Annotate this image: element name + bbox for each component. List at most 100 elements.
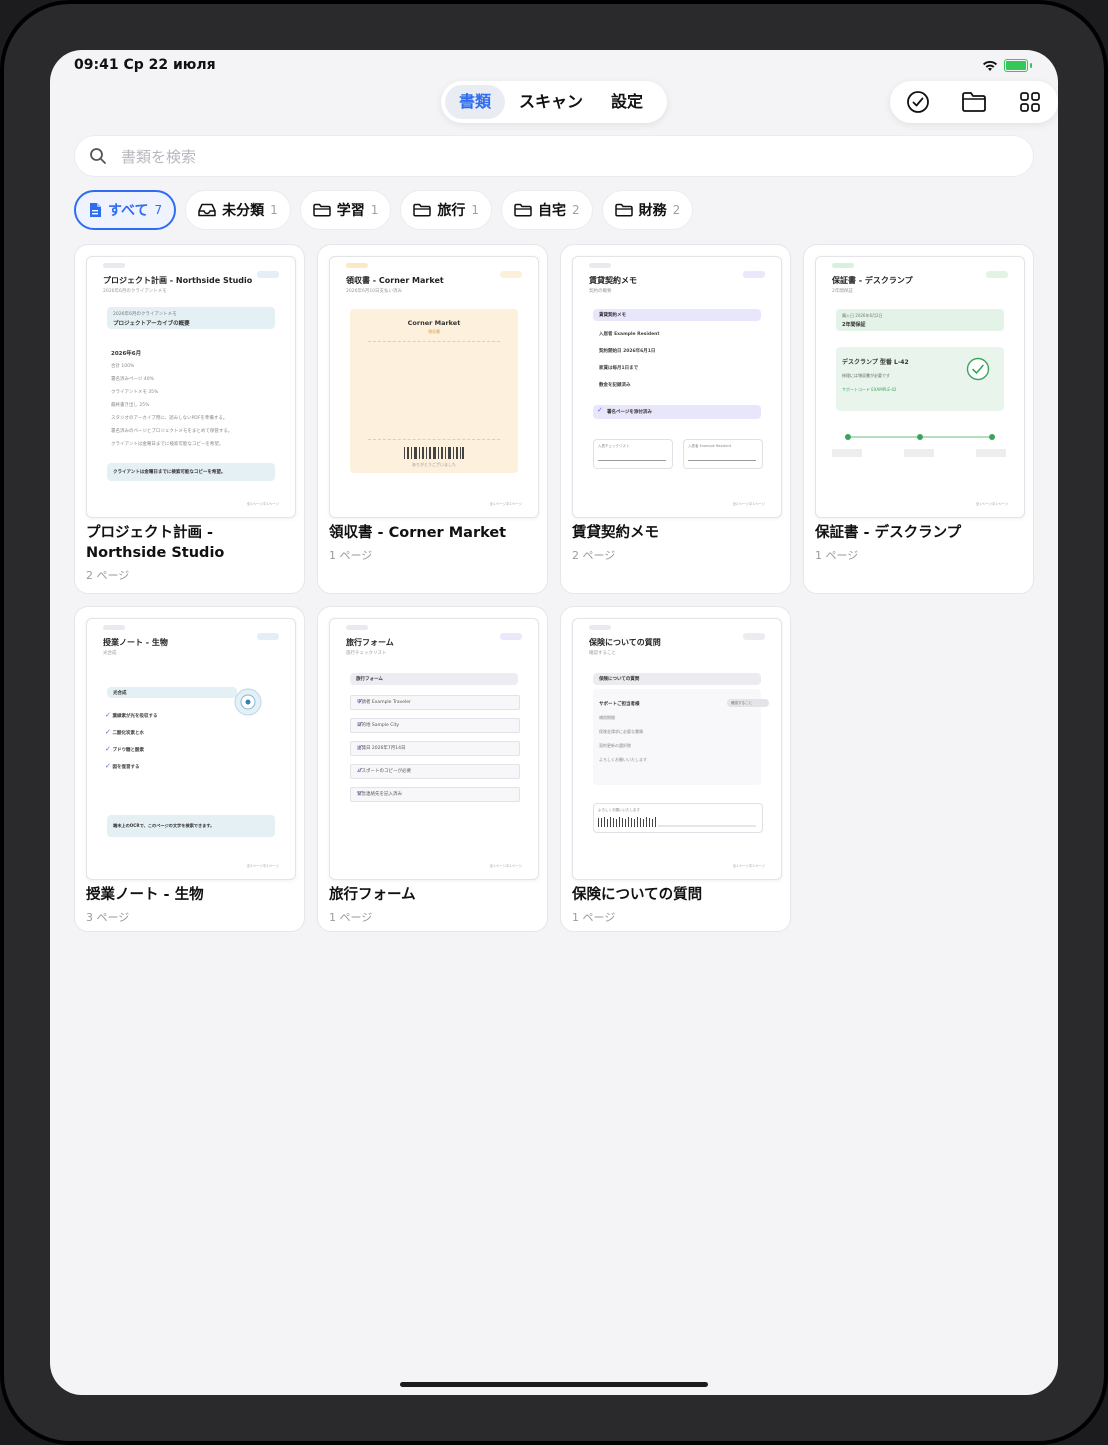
filter-chips: すべて 7 未分類 1 学習 1 旅行 1 自宅 2 財務 2: [74, 190, 694, 230]
document-card[interactable]: 旅行フォーム 旅行チェックリスト 旅行フォーム 申請者 Example Trav…: [317, 606, 548, 932]
thumb-line: 家賃は毎月1日まで: [599, 366, 639, 371]
document-card[interactable]: 保証書 - デスクランプ 2年間保証 購入日 2026年6月2日 2年間保証 デ…: [803, 244, 1034, 594]
document-card[interactable]: 賃貸契約メモ 契約の概要 賃貸契約メモ 入居者 Example Resident…: [560, 244, 791, 594]
folder-icon: [413, 203, 432, 217]
thumb-title: 保険についての質問: [589, 638, 661, 647]
thumb-form-row: 出発日 2026年7月14日 ✓: [350, 741, 520, 756]
thumb-header-row: 賃貸契約メモ: [593, 309, 761, 321]
search-bar: [74, 135, 1034, 178]
thumb-summary-box: 2026年6月のクライアントメモ プロジェクトアーカイブの概要: [107, 307, 275, 329]
thumb-tag: [589, 263, 611, 268]
inbox-tray-icon: [198, 203, 216, 217]
folder-icon: [514, 203, 532, 217]
thumb-tag: [589, 625, 611, 630]
thumb-check-item: ✓ ブドウ糖と酸素: [105, 745, 144, 753]
thumb-subtitle: 光合成: [103, 651, 117, 656]
battery-icon: [1004, 59, 1028, 72]
document-card[interactable]: 領収書 - Corner Market 2026年6月10日支払い済み Corn…: [317, 244, 548, 594]
grid-view-button[interactable]: [1012, 84, 1048, 120]
thumb-title: 領収書 - Corner Market: [346, 276, 444, 285]
document-title: 旅行フォーム: [329, 887, 416, 903]
thumb-header-row: 光合成: [107, 687, 237, 698]
filter-chip-count: 2: [672, 203, 681, 217]
document-title: 領収書 - Corner Market: [329, 525, 507, 541]
thumb-title: 旅行フォーム: [346, 638, 394, 647]
grid-icon: [1020, 92, 1040, 112]
device-frame: 09:41 Ср 22 июля 書類 スキャン 設定 すべて 7: [0, 0, 1108, 1445]
document-title: 保証書 - デスクランプ: [815, 525, 962, 541]
document-thumbnail: 旅行フォーム 旅行チェックリスト 旅行フォーム 申請者 Example Trav…: [329, 618, 539, 880]
document-card[interactable]: 保険についての質問 確認すること 保険についての質問 サポートご担当者様 確認す…: [560, 606, 791, 932]
toolbar: [890, 81, 1058, 123]
thumb-line: 最終書き出し 25%: [111, 403, 150, 408]
document-page-count: 1 ページ: [572, 911, 616, 924]
home-indicator[interactable]: [400, 1382, 708, 1387]
document-page-count: 1 ページ: [329, 911, 373, 924]
folder-icon: [962, 92, 986, 112]
thumb-summary-box: 購入日 2026年6月2日 2年間保証: [836, 309, 1004, 331]
document-thumbnail: 保険についての質問 確認すること 保険についての質問 サポートご担当者様 確認す…: [572, 618, 782, 880]
filter-chip-count: 1: [370, 203, 379, 217]
thumb-title: 授業ノート - 生物: [103, 638, 168, 647]
thumb-line: クライアントメモ 35%: [111, 390, 159, 395]
document-title: プロジェクト計画 - Northside Studio: [86, 525, 225, 561]
thumb-product-card: デスクランプ 型番 L-42 修理には領収書が必要です サポートコード EXAM…: [836, 347, 1004, 411]
thumb-subtitle: 旅行チェックリスト: [346, 651, 387, 656]
filter-chip-count: 1: [270, 203, 278, 217]
folder-icon: [614, 203, 633, 217]
thumb-header-row: 保険についての質問: [593, 673, 761, 685]
filter-chip-all[interactable]: すべて 7: [74, 190, 177, 230]
signature-scribble: [598, 817, 756, 827]
filter-chip-label: 未分類: [222, 203, 265, 219]
thumb-receipt: Corner Market 領収書 ありがとうございました: [350, 309, 518, 473]
tab-scan[interactable]: スキャン: [505, 85, 597, 119]
thumb-tag: [103, 263, 125, 268]
barcode-icon: [404, 447, 464, 459]
target-icon: [234, 688, 262, 716]
thumb-line: 合計 100%: [111, 364, 135, 369]
search-icon: [90, 148, 106, 164]
document-title: 保険についての質問: [572, 887, 703, 903]
thumb-line: クライアントは金曜日までに検索可能なコピーを希望。: [111, 442, 224, 447]
thumb-form-row: 目的地 Sample City ✓: [350, 718, 520, 733]
thumb-note-box: クライアントは金曜日までに検索可能なコピーを希望。: [107, 463, 275, 481]
filter-chip-finance[interactable]: 財務 2: [601, 190, 694, 230]
thumb-check-item: ✓ 図を復習する: [105, 762, 140, 770]
battery-tip: [1030, 63, 1032, 68]
search-input[interactable]: [119, 136, 1003, 178]
filter-chip-home[interactable]: 自宅 2: [501, 190, 593, 230]
thumb-footer: 全2ページ中1ページ: [732, 502, 765, 506]
device-bezel: 09:41 Ср 22 июля 書類 スキャン 設定 すべて 7: [4, 4, 1104, 1441]
thumb-line: 署名済みページ 40%: [111, 377, 154, 382]
status-bar: 09:41 Ср 22 июля: [50, 50, 1058, 84]
document-card[interactable]: 授業ノート - 生物 光合成 光合成 ✓ 葉緑素が光を吸収する ✓ 二酸化炭素と…: [74, 606, 305, 932]
select-button[interactable]: [900, 84, 936, 120]
tab-settings[interactable]: 設定: [597, 85, 657, 119]
filter-chip-label: 財務: [638, 203, 667, 219]
filter-chip-study[interactable]: 学習 1: [299, 190, 392, 230]
filter-chip-travel[interactable]: 旅行 1: [400, 190, 493, 230]
document-page-count: 2 ページ: [86, 569, 130, 582]
folder-icon: [313, 203, 331, 217]
thumb-form-row: パスポートのコピーが必要 ✓: [350, 764, 520, 779]
filter-chip-uncategorized[interactable]: 未分類 1: [185, 190, 291, 230]
document-thumbnail: プロジェクト計画 - Northside Studio 2026年6月のクライア…: [86, 256, 296, 518]
document-thumbnail: 保証書 - デスクランプ 2年間保証 購入日 2026年6月2日 2年間保証 デ…: [815, 256, 1025, 518]
document-page-count: 1 ページ: [329, 549, 373, 562]
folder-button[interactable]: [956, 84, 992, 120]
thumb-line: 署名済みのページとプロジェクトメモをまとめて保管する。: [111, 429, 233, 434]
thumb-title: プロジェクト計画 - Northside Studio: [103, 276, 253, 285]
thumb-title: 保証書 - デスクランプ: [832, 276, 913, 285]
wifi-icon: [983, 60, 997, 71]
document-card[interactable]: プロジェクト計画 - Northside Studio 2026年6月のクライア…: [74, 244, 305, 594]
thumb-footer: 全1ページ中1ページ: [732, 864, 765, 868]
thumb-footer: 全1ページ中1ページ: [489, 864, 522, 868]
tab-documents[interactable]: 書類: [445, 85, 506, 119]
filter-chip-label: 旅行: [437, 203, 466, 219]
document-title: 授業ノート - 生物: [86, 887, 204, 903]
checkmark-circle-icon: [907, 91, 929, 113]
thumb-tag: [346, 263, 368, 268]
document-thumbnail: 賃貸契約メモ 契約の概要 賃貸契約メモ 入居者 Example Resident…: [572, 256, 782, 518]
thumb-check-row: ✓ 署名ページを添付済み: [593, 405, 761, 419]
thumb-subtitle: 契約の概要: [589, 289, 612, 294]
